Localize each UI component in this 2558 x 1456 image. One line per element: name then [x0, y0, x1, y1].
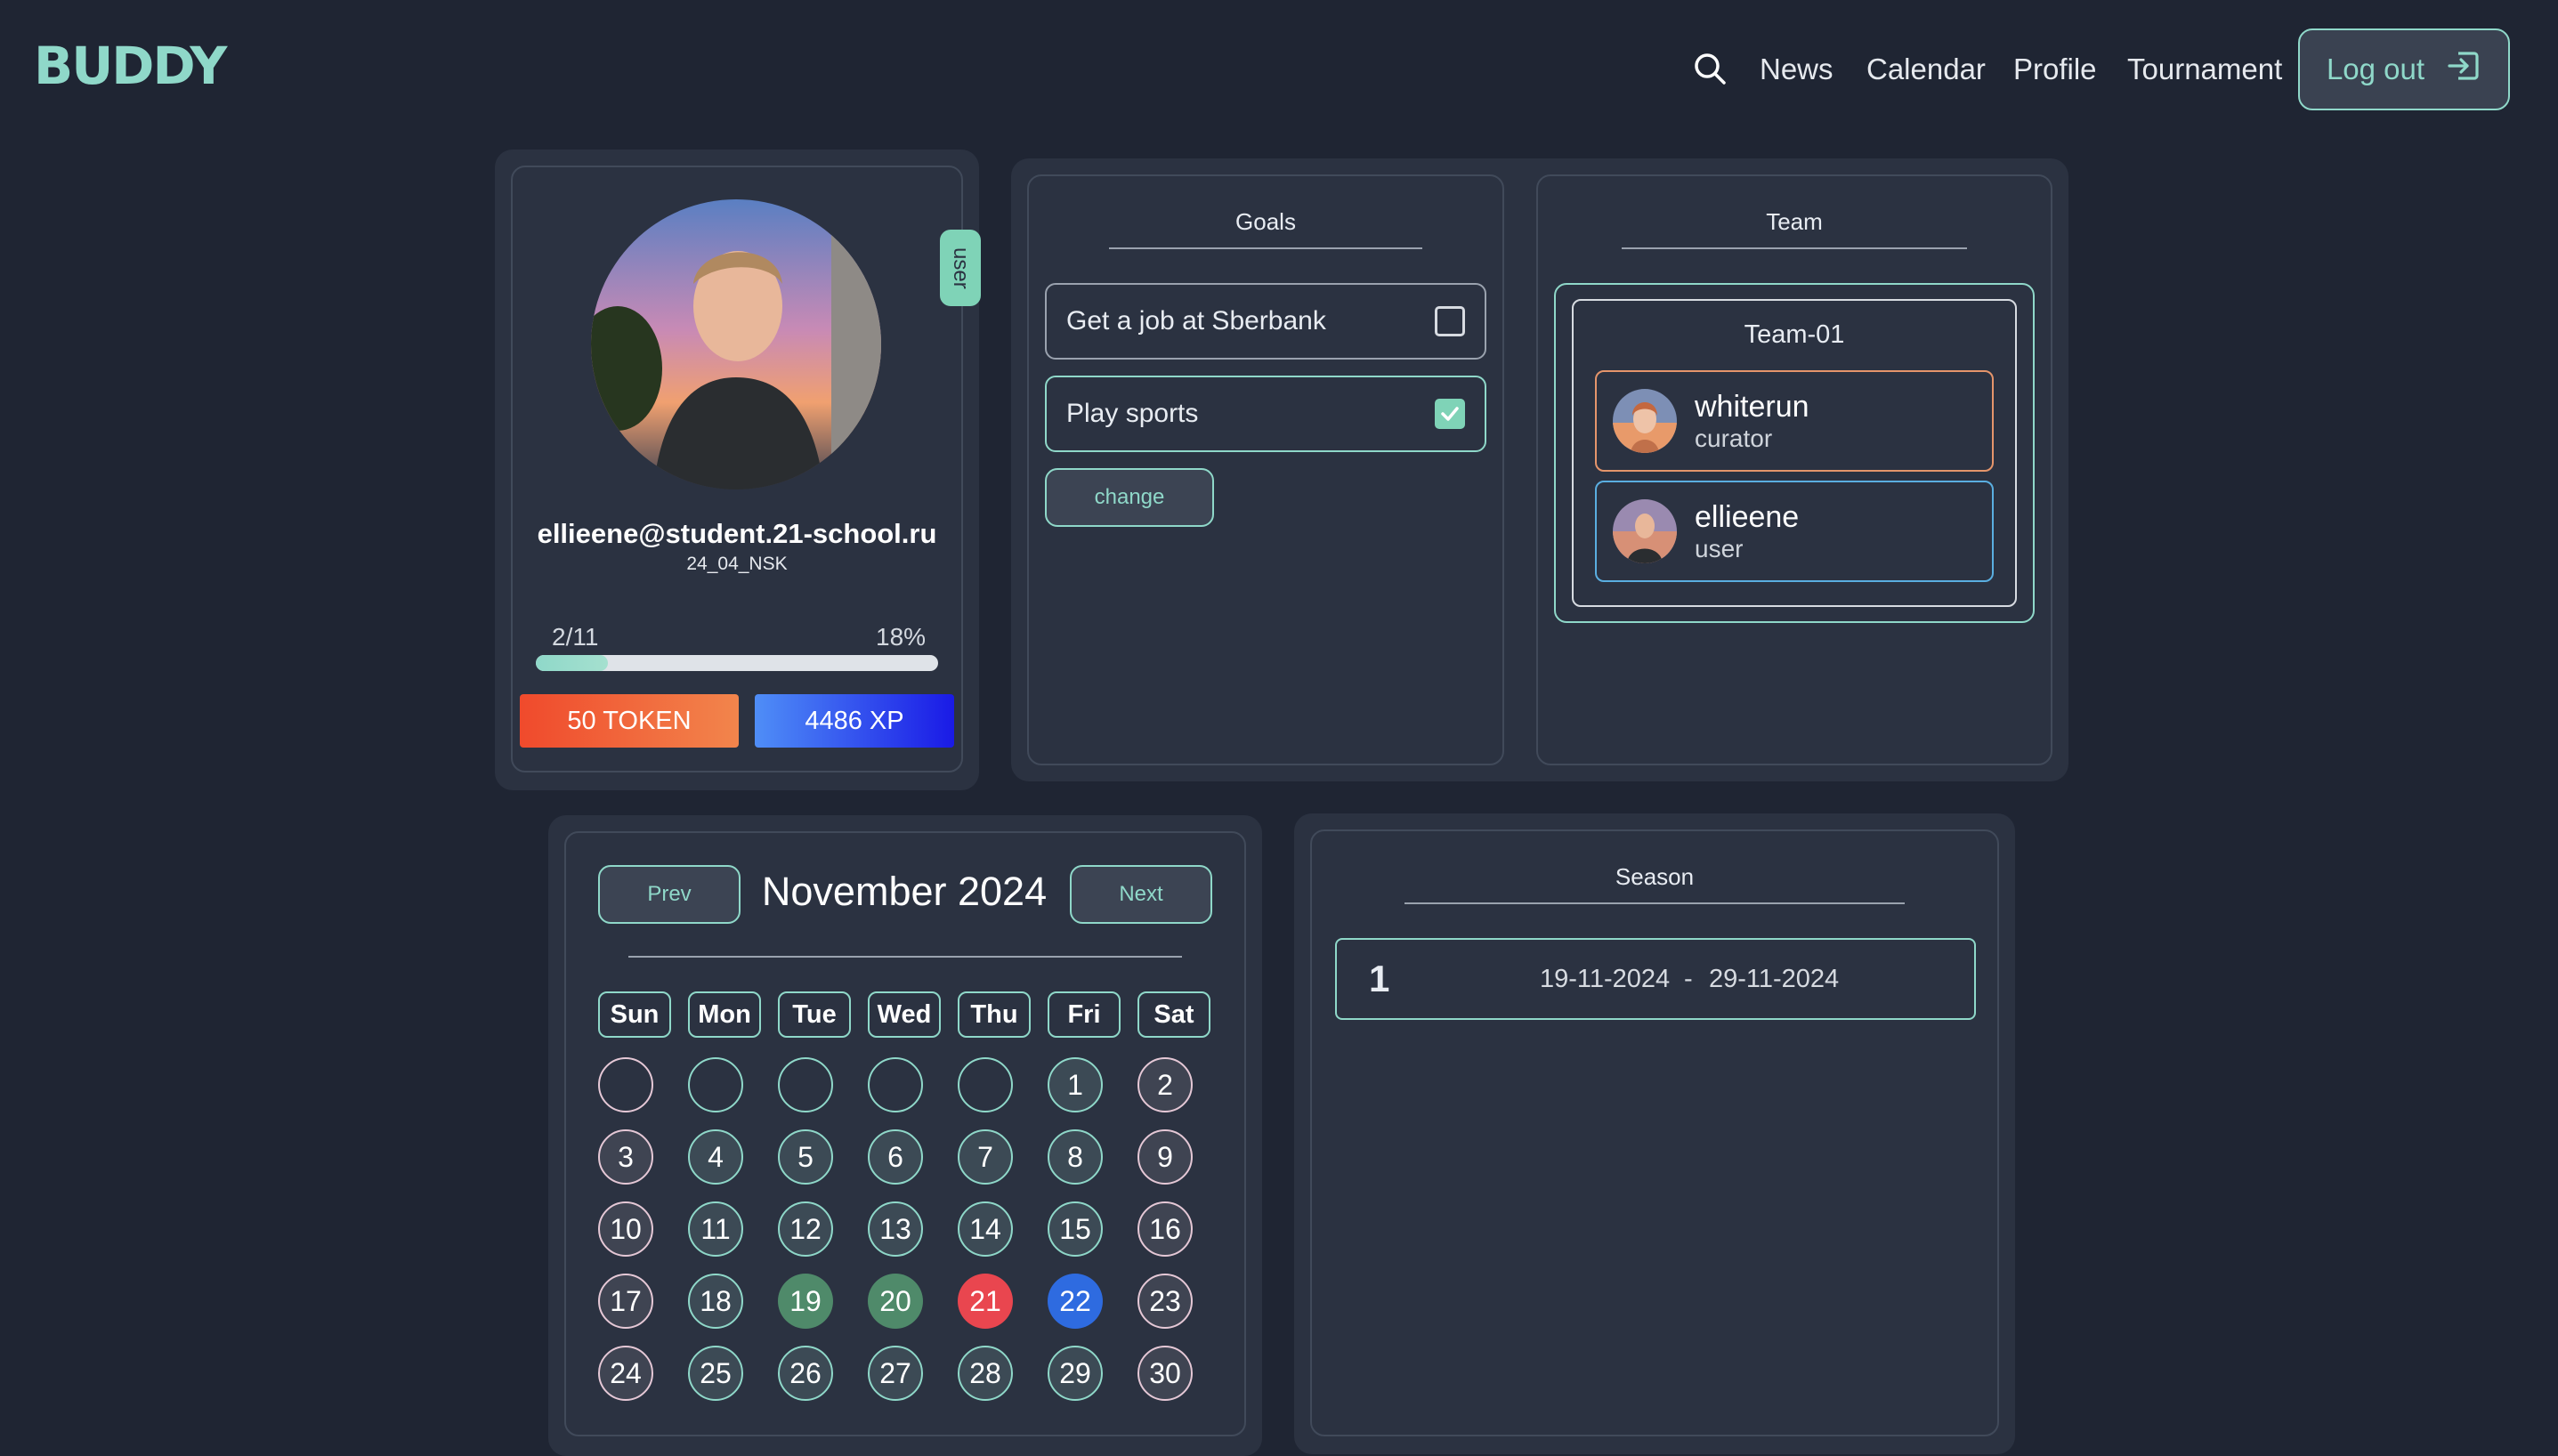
- calendar-day[interactable]: 6: [868, 1129, 923, 1185]
- member-name: ellieene: [1695, 499, 1800, 534]
- nav-tournament[interactable]: Tournament: [2127, 50, 2282, 89]
- calendar-day[interactable]: 26: [778, 1346, 833, 1401]
- calendar-day[interactable]: 21: [958, 1274, 1013, 1329]
- calendar-day[interactable]: 12: [778, 1201, 833, 1257]
- weekday-header: Sun: [598, 991, 671, 1038]
- logout-label: Log out: [2326, 53, 2425, 85]
- calendar-empty-cell: [598, 1057, 653, 1112]
- calendar-day[interactable]: 27: [868, 1346, 923, 1401]
- calendar-day[interactable]: 7: [958, 1129, 1013, 1185]
- change-goals-button[interactable]: change: [1045, 468, 1214, 527]
- weekday-header: Fri: [1048, 991, 1121, 1038]
- member-role: user: [1695, 534, 1744, 562]
- calendar-day[interactable]: 5: [778, 1129, 833, 1185]
- calendar-day[interactable]: 29: [1048, 1346, 1103, 1401]
- season-start-date: 19-11-2024: [1540, 964, 1671, 993]
- season-divider: [1404, 902, 1905, 904]
- calendar-day[interactable]: 10: [598, 1201, 653, 1257]
- goals-divider: [1109, 247, 1422, 249]
- calendar-day[interactable]: 30: [1137, 1346, 1193, 1401]
- calendar-day[interactable]: 24: [598, 1346, 653, 1401]
- calendar-day[interactable]: 18: [688, 1274, 743, 1329]
- calendar-day[interactable]: 3: [598, 1129, 653, 1185]
- goal-label: Get a job at Sberbank: [1066, 306, 1326, 336]
- calendar-day[interactable]: 9: [1137, 1129, 1193, 1185]
- calendar-day[interactable]: 4: [688, 1129, 743, 1185]
- goal-checkbox[interactable]: [1435, 399, 1465, 429]
- calendar-day[interactable]: 13: [868, 1201, 923, 1257]
- progress-count: 2/11: [552, 623, 599, 651]
- calendar-day[interactable]: 20: [868, 1274, 923, 1329]
- team-member-user[interactable]: ellieene user: [1595, 481, 1994, 582]
- team-member-curator[interactable]: whiterun curator: [1595, 370, 1994, 472]
- calendar-day[interactable]: 25: [688, 1346, 743, 1401]
- calendar-empty-cell: [688, 1057, 743, 1112]
- team-title: Team: [1766, 208, 1823, 235]
- calendar-empty-cell: [778, 1057, 833, 1112]
- prev-month-button[interactable]: Prev: [598, 865, 741, 924]
- season-card: [1310, 829, 1999, 1436]
- token-badge: 50 TOKEN: [520, 694, 739, 748]
- member-name: whiterun: [1695, 389, 1809, 424]
- calendar-day[interactable]: 17: [598, 1274, 653, 1329]
- goals-title: Goals: [1235, 208, 1296, 235]
- calendar-day[interactable]: 22: [1048, 1274, 1103, 1329]
- calendar-empty-cell: [958, 1057, 1013, 1112]
- calendar-day[interactable]: 28: [958, 1346, 1013, 1401]
- season-end-date: 29-11-2024: [1709, 964, 1840, 993]
- team-divider: [1622, 247, 1967, 249]
- logout-button[interactable]: Log out: [2298, 28, 2510, 110]
- calendar-day[interactable]: 1: [1048, 1057, 1103, 1112]
- weekday-header: Mon: [688, 991, 761, 1038]
- progress-bar-fill: [536, 655, 609, 671]
- weekday-header: Wed: [868, 991, 941, 1038]
- user-group: 24_04_NSK: [686, 554, 788, 574]
- progress-percent: 18%: [876, 623, 927, 651]
- calendar-day[interactable]: 11: [688, 1201, 743, 1257]
- weekday-header: Sat: [1137, 991, 1210, 1038]
- season-date-separator: -: [1684, 964, 1693, 993]
- calendar-divider: [628, 956, 1182, 958]
- calendar-day[interactable]: 23: [1137, 1274, 1193, 1329]
- nav-profile[interactable]: Profile: [2013, 50, 2097, 89]
- role-badge: user: [940, 230, 981, 306]
- app-logo[interactable]: BUDDY: [34, 36, 227, 96]
- season-title: Season: [1615, 863, 1695, 890]
- user-email: ellieene@student.21-school.ru: [537, 518, 937, 549]
- profile-avatar: [591, 199, 881, 489]
- month-label: November 2024: [761, 869, 1048, 914]
- goal-item[interactable]: Play sports: [1045, 376, 1486, 452]
- check-icon: [1441, 407, 1459, 421]
- weekday-header: Tue: [778, 991, 851, 1038]
- goal-checkbox[interactable]: [1435, 306, 1465, 336]
- goal-item[interactable]: Get a job at Sberbank: [1045, 283, 1486, 360]
- calendar-day[interactable]: 19: [778, 1274, 833, 1329]
- calendar-day[interactable]: 2: [1137, 1057, 1193, 1112]
- progress-bar: [536, 655, 938, 671]
- goal-label: Play sports: [1066, 399, 1199, 428]
- calendar-day[interactable]: 8: [1048, 1129, 1103, 1185]
- calendar-day[interactable]: 15: [1048, 1201, 1103, 1257]
- search-icon[interactable]: [1691, 50, 1730, 89]
- xp-badge: 4486 XP: [755, 694, 954, 748]
- nav-news[interactable]: News: [1760, 50, 1834, 89]
- member-avatar: [1613, 389, 1677, 453]
- logout-icon: [2446, 48, 2481, 91]
- weekday-header: Thu: [958, 991, 1031, 1038]
- next-month-button[interactable]: Next: [1070, 865, 1212, 924]
- member-role: curator: [1695, 424, 1773, 452]
- calendar-empty-cell: [868, 1057, 923, 1112]
- nav-calendar[interactable]: Calendar: [1866, 50, 1986, 89]
- season-row[interactable]: 1 19-11-2024 - 29-11-2024: [1335, 938, 1976, 1020]
- member-avatar: [1613, 499, 1677, 563]
- calendar-day[interactable]: 14: [958, 1201, 1013, 1257]
- season-number: 1: [1369, 958, 1390, 999]
- calendar-day[interactable]: 16: [1137, 1201, 1193, 1257]
- team-name: Team-01: [1744, 320, 1845, 349]
